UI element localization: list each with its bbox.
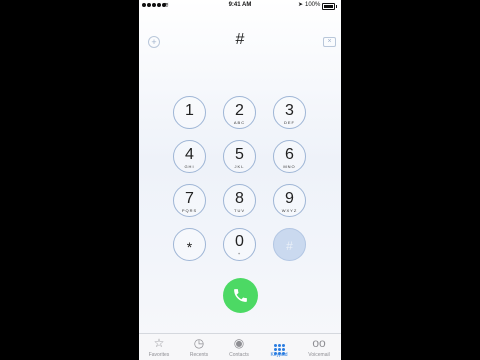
key-letters: TUV	[234, 208, 245, 213]
key-2[interactable]: 2 ABC	[223, 96, 256, 129]
phone-icon	[234, 289, 247, 302]
key-letters: WXYZ	[281, 208, 298, 213]
key-3[interactable]: 3 DEF	[273, 96, 306, 129]
key-8[interactable]: 8 TUV	[223, 184, 256, 217]
tab-contacts[interactable]: ◉ Contacts	[219, 336, 259, 359]
status-bar: ≋ 9:41 AM ➤ 100%	[139, 0, 341, 12]
key-7[interactable]: 7 PQRS	[173, 184, 206, 217]
key-6[interactable]: 6 MNO	[273, 140, 306, 173]
voicemail-icon: oo	[312, 336, 326, 350]
key-letters: JKL	[234, 164, 245, 169]
tab-label: Keypad	[270, 352, 288, 358]
tab-recents[interactable]: ◷ Recents	[179, 336, 219, 359]
tab-label: Voicemail	[308, 352, 330, 358]
key-digit: 3	[285, 102, 294, 119]
key-digit: 4	[185, 146, 194, 163]
number-display: #	[235, 31, 245, 48]
key-digit: 5	[235, 146, 244, 163]
contact-icon: ◉	[233, 336, 245, 350]
star-icon: ☆	[153, 336, 165, 350]
key-star[interactable]: *	[173, 228, 206, 261]
tab-favorites[interactable]: ☆ Favorites	[139, 336, 179, 359]
key-9[interactable]: 9 WXYZ	[273, 184, 306, 217]
key-digit: 0	[235, 233, 244, 250]
key-digit: 9	[285, 190, 294, 207]
key-1[interactable]: 1	[173, 96, 206, 129]
delete-icon[interactable]: ×	[323, 37, 336, 47]
tab-keypad[interactable]: Keypad	[259, 337, 299, 358]
phone-screen: ≋ 9:41 AM ➤ 100% + # × 1 2 ABC 3 DEF 4 G…	[139, 0, 341, 360]
key-4[interactable]: 4 GHI	[173, 140, 206, 173]
battery-icon	[322, 3, 337, 10]
key-letters: GHI	[184, 164, 195, 169]
key-digit: 6	[285, 146, 294, 163]
key-letters: MNO	[283, 164, 296, 169]
tab-label: Favorites	[148, 352, 170, 358]
clock-icon: ◷	[193, 336, 205, 350]
key-digit: 8	[235, 190, 244, 207]
key-digit: 1	[185, 102, 194, 119]
battery-percent: 100%	[305, 2, 321, 8]
tab-voicemail[interactable]: oo Voicemail	[299, 336, 339, 359]
tab-label: Recents	[189, 352, 209, 358]
key-digit: #	[286, 239, 293, 253]
key-digit: 7	[185, 190, 194, 207]
key-0[interactable]: 0 +	[223, 228, 256, 261]
key-digit: *	[186, 239, 193, 255]
key-letters: DEF	[284, 120, 295, 125]
key-letters: PQRS	[181, 208, 198, 213]
tab-bar: ☆ Favorites ◷ Recents ◉ Contacts Keypad …	[139, 333, 341, 360]
key-letters: +	[237, 251, 242, 256]
key-pound[interactable]: #	[273, 228, 306, 261]
key-letters: ABC	[233, 120, 246, 125]
key-digit: 2	[235, 102, 244, 119]
keypad-icon	[259, 337, 299, 355]
key-5[interactable]: 5 JKL	[223, 140, 256, 173]
call-button[interactable]	[223, 278, 258, 313]
location-icon: ➤	[298, 2, 304, 8]
tab-label: Contacts	[229, 352, 249, 358]
